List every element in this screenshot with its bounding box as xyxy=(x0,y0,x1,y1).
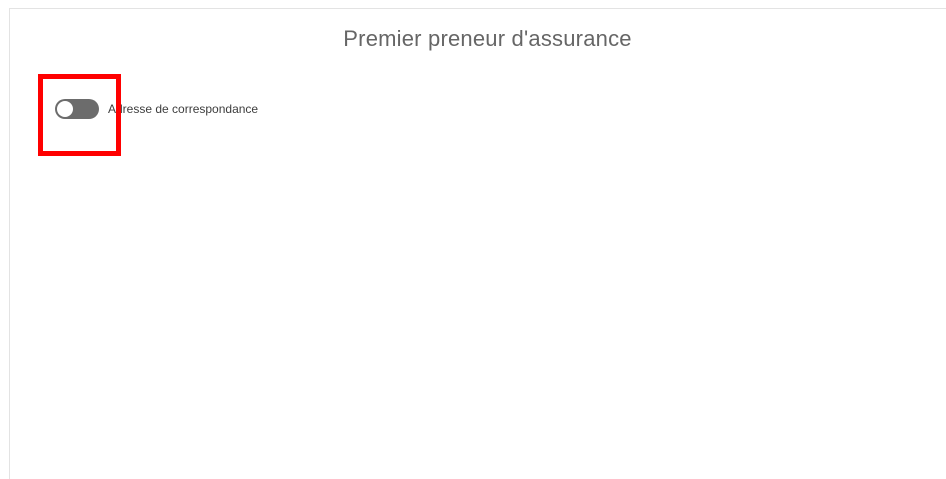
page: Premier preneur d'assurance Adresse de c… xyxy=(0,0,946,479)
correspondence-address-label[interactable]: Adresse de correspondance xyxy=(108,102,258,116)
insurance-taker-panel xyxy=(9,8,946,479)
correspondence-address-row: Adresse de correspondance xyxy=(55,98,258,120)
correspondence-address-toggle[interactable] xyxy=(55,99,99,119)
toggle-knob xyxy=(57,101,73,117)
panel-title: Premier preneur d'assurance xyxy=(343,26,632,51)
